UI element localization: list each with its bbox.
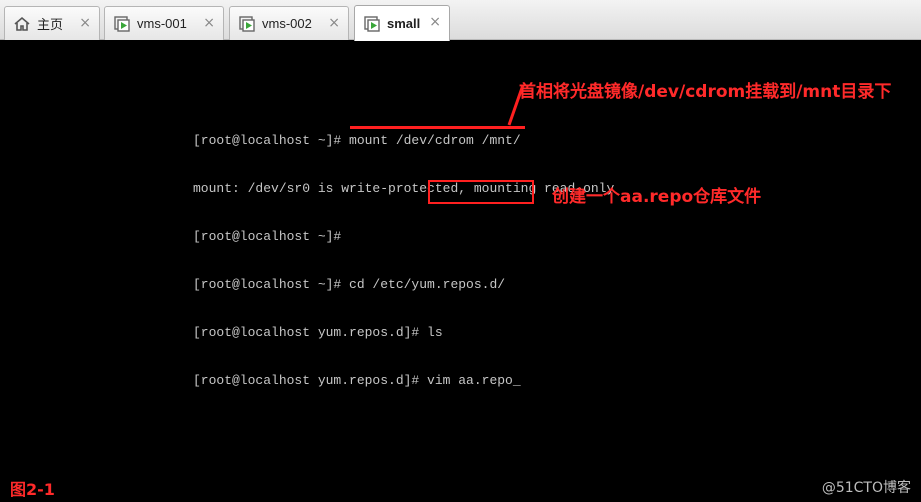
home-icon	[13, 15, 31, 33]
close-icon[interactable]: ×	[203, 16, 215, 30]
figure-label: 图2-1	[10, 480, 55, 499]
close-icon[interactable]: ×	[429, 15, 441, 29]
terminal-line: [root@localhost ~]#	[193, 229, 342, 244]
close-icon[interactable]: ×	[79, 16, 91, 30]
tab-label: 主页	[37, 17, 64, 32]
tab-label: vms-001	[137, 16, 187, 31]
tab-vms-001[interactable]: vms-001 ×	[104, 6, 224, 40]
tab-label: small	[387, 16, 421, 31]
terminal-line: [root@localhost ~]# cd /etc/yum.repos.d/	[193, 277, 506, 292]
vm-icon	[238, 15, 256, 33]
terminal-line-current: [root@localhost yum.repos.d]# vim aa.rep…	[193, 373, 614, 389]
terminal-command: [root@localhost yum.repos.d]# vim aa.rep…	[193, 373, 513, 388]
vm-icon	[113, 15, 131, 33]
terminal-line: [root@localhost yum.repos.d]# ls	[193, 325, 443, 340]
tab-label: vms-002	[262, 16, 312, 31]
annotation-create-repo: 创建一个aa.repo仓库文件	[552, 187, 762, 207]
close-icon[interactable]: ×	[328, 16, 340, 30]
watermark: @51CTO博客	[821, 480, 911, 496]
vm-icon	[363, 15, 381, 33]
terminal-line: [root@localhost ~]# mount /dev/cdrom /mn…	[193, 133, 521, 148]
tab-home[interactable]: 主页 ×	[4, 6, 100, 40]
annotation-box	[428, 180, 534, 204]
annotation-mount: 首相将光盘镜像/dev/cdrom挂载到/mnt目录下	[519, 82, 892, 102]
vm-console[interactable]: [root@localhost ~]# mount /dev/cdrom /mn…	[0, 41, 921, 502]
terminal-cursor: _	[512, 373, 521, 388]
annotation-underline	[350, 126, 525, 129]
tab-small[interactable]: small ×	[354, 5, 450, 41]
tab-vms-002[interactable]: vms-002 ×	[229, 6, 349, 40]
tab-bar: 主页 × vms-001 × vms-002 × small ×	[0, 0, 921, 41]
terminal-output: [root@localhost ~]# mount /dev/cdrom /mn…	[193, 101, 614, 421]
